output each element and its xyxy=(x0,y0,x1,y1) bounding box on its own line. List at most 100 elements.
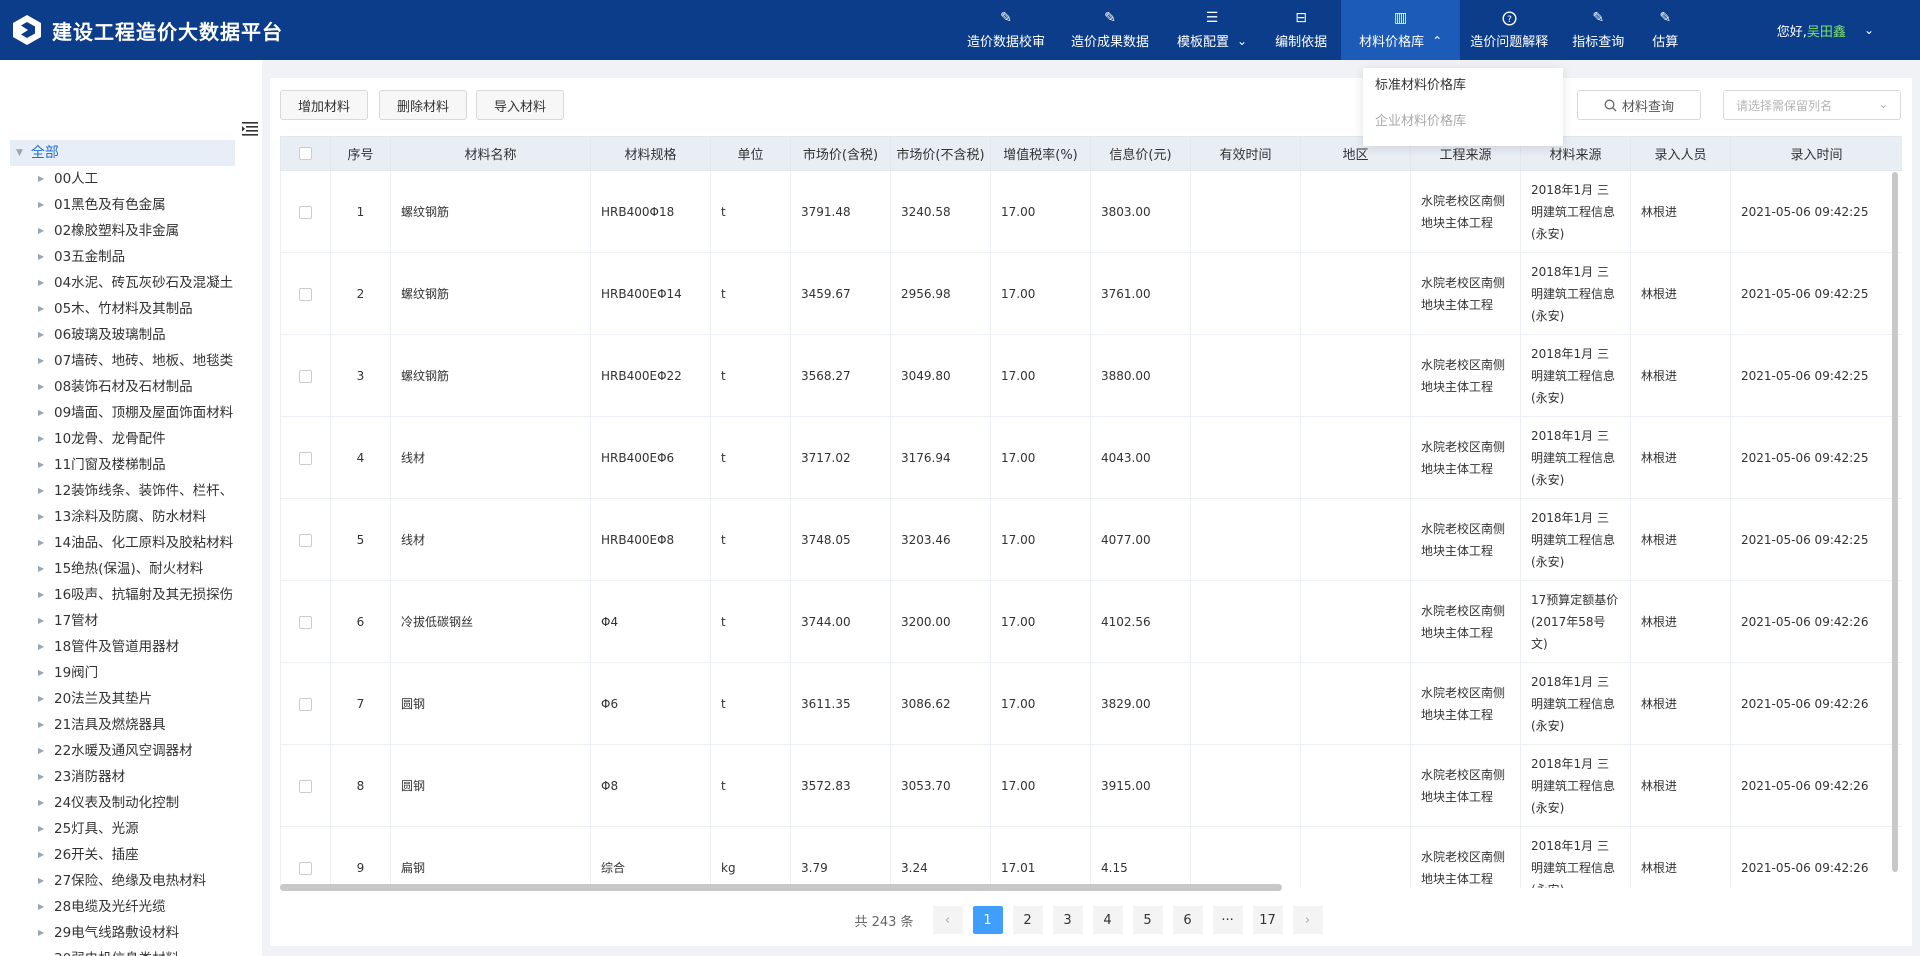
nav-item-0[interactable]: ✎ 造价数据校审 xyxy=(955,0,1057,60)
tree-item[interactable]: ▶ 23消防器材 xyxy=(10,764,235,790)
row-checkbox-cell[interactable] xyxy=(280,498,331,581)
caret-right-icon[interactable]: ▶ xyxy=(38,348,46,374)
tree-item[interactable]: ▶ 29电气线路敷设材料 xyxy=(10,920,235,946)
nav-item-6[interactable]: ✎ 指标查询 xyxy=(1558,0,1638,60)
caret-right-icon[interactable]: ▶ xyxy=(38,582,46,608)
dropdown-item-enterprise[interactable]: 企业材料价格库 xyxy=(1363,104,1563,140)
caret-right-icon[interactable]: ▶ xyxy=(38,374,46,400)
caret-right-icon[interactable]: ▶ xyxy=(38,634,46,660)
caret-right-icon[interactable]: ▶ xyxy=(38,556,46,582)
caret-right-icon[interactable]: ▶ xyxy=(38,946,46,956)
checkbox-icon[interactable] xyxy=(299,861,312,875)
tree-item[interactable]: ▶ 07墙砖、地砖、地板、地毯类 xyxy=(10,348,235,374)
tree-item[interactable]: ▶ 19阀门 xyxy=(10,660,235,686)
table-row[interactable]: 5 线材 HRB400EΦ8 t 3748.05 3203.46 17.00 4077.00 水… xyxy=(280,498,1902,581)
tree-item[interactable]: ▶ 08装饰石材及石材制品 xyxy=(10,374,235,400)
checkbox-icon[interactable] xyxy=(299,779,312,793)
tree-item[interactable]: ▶ 27保险、绝缘及电热材料 xyxy=(10,868,235,894)
page-button[interactable]: 17 xyxy=(1252,906,1283,934)
tree-item[interactable]: ▶ 15绝热(保温)、耐火材料 xyxy=(10,556,235,582)
caret-right-icon[interactable]: ▶ xyxy=(38,712,46,738)
caret-right-icon[interactable]: ▶ xyxy=(38,504,46,530)
prev-page-button[interactable]: ‹ xyxy=(932,906,963,934)
tree-root-all[interactable]: ▼ 全部 xyxy=(10,140,235,166)
tree-item[interactable]: ▶ 22水暖及通风空调器材 xyxy=(10,738,235,764)
caret-right-icon[interactable]: ▶ xyxy=(38,270,46,296)
tree-item[interactable]: ▶ 14油品、化工原料及胶粘材料 xyxy=(10,530,235,556)
caret-right-icon[interactable]: ▶ xyxy=(38,322,46,348)
caret-right-icon[interactable]: ▶ xyxy=(38,738,46,764)
caret-right-icon[interactable]: ▶ xyxy=(38,660,46,686)
caret-right-icon[interactable]: ▶ xyxy=(38,764,46,790)
tree-item[interactable]: ▶ 12装饰线条、装饰件、栏杆、 xyxy=(10,478,235,504)
checkbox-icon[interactable] xyxy=(299,147,312,160)
tree-item[interactable]: ▶ 11门窗及楼梯制品 xyxy=(10,452,235,478)
tree-item[interactable]: ▶ 09墙面、顶棚及屋面饰面材料 xyxy=(10,400,235,426)
tree-item[interactable]: ▶ 21洁具及燃烧器具 xyxy=(10,712,235,738)
caret-right-icon[interactable]: ▶ xyxy=(38,608,46,634)
checkbox-icon[interactable] xyxy=(299,287,312,301)
nav-item-2[interactable]: ☰ 模板配置 ⌄ xyxy=(1163,0,1261,60)
page-button[interactable]: 2 xyxy=(1012,906,1043,934)
caret-right-icon[interactable]: ▶ xyxy=(38,244,46,270)
add-material-button[interactable]: 增加材料 xyxy=(280,90,368,120)
caret-right-icon[interactable]: ▶ xyxy=(38,530,46,556)
tree-item[interactable]: ▶ 20法兰及其垫片 xyxy=(10,686,235,712)
row-checkbox-cell[interactable] xyxy=(280,744,331,827)
tree-item[interactable]: ▶ 05木、竹材料及其制品 xyxy=(10,296,235,322)
caret-right-icon[interactable]: ▶ xyxy=(38,218,46,244)
select-all-checkbox[interactable] xyxy=(280,136,331,171)
tree-item[interactable]: ▶ 02橡胶塑料及非金属 xyxy=(10,218,235,244)
tree-item[interactable]: ▶ 26开关、插座 xyxy=(10,842,235,868)
tree-item[interactable]: ▶ 24仪表及制动化控制 xyxy=(10,790,235,816)
row-checkbox-cell[interactable] xyxy=(280,662,331,745)
tree-item[interactable]: ▶ 17管材 xyxy=(10,608,235,634)
chevron-down-icon[interactable]: ⌄ xyxy=(1864,23,1874,37)
tree-item[interactable]: ▶ 25灯具、光源 xyxy=(10,816,235,842)
caret-right-icon[interactable]: ▶ xyxy=(38,894,46,920)
tree-item[interactable]: ▶ 18管件及管道用器材 xyxy=(10,634,235,660)
row-checkbox-cell[interactable] xyxy=(280,334,331,417)
page-button[interactable]: 4 xyxy=(1092,906,1123,934)
table-row[interactable]: 1 螺纹钢筋 HRB400Φ18 t 3791.48 3240.58 17.00 3803.0… xyxy=(280,170,1902,253)
tree-item[interactable]: ▶ 16吸声、抗辐射及其无损探伤 xyxy=(10,582,235,608)
tree-item[interactable]: ▶ 30弱电机信息类材料 xyxy=(10,946,235,956)
caret-right-icon[interactable]: ▶ xyxy=(38,790,46,816)
tree-item[interactable]: ▶ 01黑色及有色金属 xyxy=(10,192,235,218)
table-row[interactable]: 7 圆钢 Φ6 t 3611.35 3086.62 17.00 3829.00 水院老校区南侧地… xyxy=(280,662,1902,745)
caret-right-icon[interactable]: ▶ xyxy=(38,166,46,192)
nav-item-1[interactable]: ✎ 造价成果数据 xyxy=(1057,0,1163,60)
caret-right-icon[interactable]: ▶ xyxy=(38,426,46,452)
checkbox-icon[interactable] xyxy=(299,451,312,465)
nav-item-4[interactable]: ▥ 材料价格库 ⌃ xyxy=(1341,0,1461,60)
material-search-button[interactable]: 材料查询 xyxy=(1577,90,1701,120)
caret-right-icon[interactable]: ▶ xyxy=(38,400,46,426)
app-logo[interactable]: 建设工程造价大数据平台 xyxy=(10,0,283,60)
tree-item[interactable]: ▶ 10龙骨、龙骨配件 xyxy=(10,426,235,452)
collapse-menu-icon[interactable] xyxy=(242,122,258,136)
page-button[interactable]: 6 xyxy=(1172,906,1203,934)
tree-item[interactable]: ▶ 13涂料及防腐、防水材料 xyxy=(10,504,235,530)
page-button[interactable]: 5 xyxy=(1132,906,1163,934)
user-menu[interactable]: 您好, 吴田鑫 ⌄ xyxy=(1777,0,1874,60)
caret-down-icon[interactable]: ▼ xyxy=(16,140,23,166)
page-button[interactable]: 1 xyxy=(972,906,1003,934)
nav-item-3[interactable]: ⊟ 编制依据 xyxy=(1261,0,1341,60)
import-material-button[interactable]: 导入材料 xyxy=(476,90,564,120)
caret-right-icon[interactable]: ▶ xyxy=(38,452,46,478)
caret-right-icon[interactable]: ▶ xyxy=(38,920,46,946)
table-row[interactable]: 3 螺纹钢筋 HRB400EΦ22 t 3568.27 3049.80 17.00 3880.… xyxy=(280,334,1902,417)
nav-item-7[interactable]: ✎ 估算 xyxy=(1638,0,1692,60)
nav-item-5[interactable]: ? 造价问题解释 xyxy=(1460,0,1558,60)
row-checkbox-cell[interactable] xyxy=(280,170,331,253)
tree-item[interactable]: ▶ 03五金制品 xyxy=(10,244,235,270)
row-checkbox-cell[interactable] xyxy=(280,580,331,663)
table-row[interactable]: 2 螺纹钢筋 HRB400EΦ14 t 3459.67 2956.98 17.00 3761.… xyxy=(280,252,1902,335)
vertical-scrollbar[interactable] xyxy=(1892,172,1898,872)
row-checkbox-cell[interactable] xyxy=(280,252,331,335)
checkbox-icon[interactable] xyxy=(299,697,312,711)
horizontal-scrollbar[interactable] xyxy=(280,884,1282,891)
tree-item[interactable]: ▶ 00人工 xyxy=(10,166,235,192)
table-row[interactable]: 8 圆钢 Φ8 t 3572.83 3053.70 17.00 3915.00 水院老校区南侧地… xyxy=(280,744,1902,827)
page-button[interactable]: ··· xyxy=(1212,906,1243,934)
